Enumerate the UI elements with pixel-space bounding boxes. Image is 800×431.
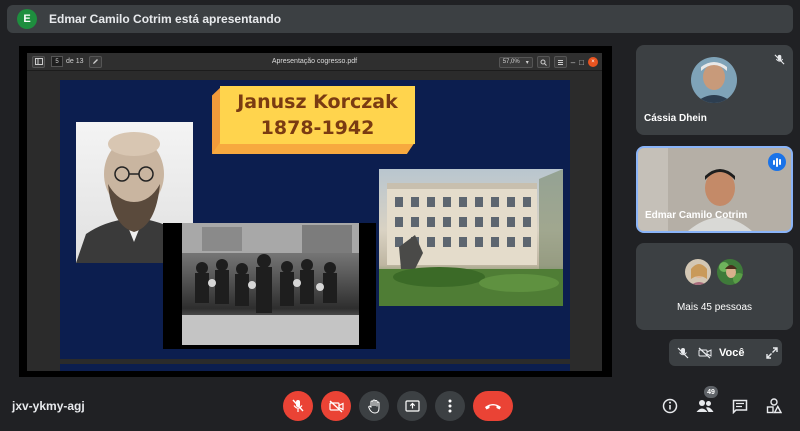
more-options-icon [448, 399, 452, 413]
chat-icon [732, 399, 748, 414]
camera-off-icon [697, 345, 713, 361]
next-slide-edge [60, 364, 570, 371]
more-options-button[interactable] [435, 391, 465, 421]
close-icon: × [591, 59, 595, 65]
slide-title: Janusz Korczak [237, 91, 398, 113]
avatar-image [691, 57, 737, 103]
page-indicator: 5 de 13 [51, 56, 84, 67]
maximize-button[interactable]: □ [579, 58, 584, 67]
mic-off-icon [771, 51, 787, 67]
mic-toggle-button[interactable] [283, 391, 313, 421]
search-button[interactable] [536, 56, 550, 68]
minimize-button[interactable]: – [571, 58, 575, 67]
page-number-input[interactable]: 5 [51, 56, 63, 67]
chevron-down-icon: ▾ [525, 59, 529, 66]
expand-icon[interactable] [764, 345, 780, 361]
avatar [684, 258, 712, 286]
mic-off-icon [292, 399, 304, 412]
children-group-photo [163, 223, 376, 349]
building-illustration [379, 169, 563, 306]
participant-name: Edmar Camilo Cotrim [645, 210, 748, 221]
activities-icon [766, 398, 782, 414]
sidebar-icon [34, 58, 43, 65]
presenter-avatar: E [17, 9, 37, 29]
self-view-label: Você [719, 346, 745, 359]
avatar [691, 57, 737, 103]
menu-button[interactable] [553, 56, 567, 68]
slide-title-box: Janusz Korczak 1878-1942 [212, 86, 417, 154]
children-group-image [182, 223, 359, 345]
title-box-face: Janusz Korczak 1878-1942 [220, 86, 415, 144]
slide-dates: 1878-1942 [260, 117, 375, 139]
mic-off-icon [675, 345, 691, 361]
participant-tile-cassia[interactable]: Cássia Dhein [636, 45, 793, 135]
present-screen-icon [404, 399, 420, 412]
raise-hand-button[interactable] [359, 391, 389, 421]
pdf-toolbar-right: 57,0% ▾ – □ × [498, 56, 598, 68]
close-window-button[interactable]: × [588, 57, 598, 67]
meeting-info-button[interactable] [660, 396, 680, 416]
sidebar-toggle-button[interactable] [32, 55, 45, 68]
pencil-icon [92, 59, 98, 64]
camera-off-icon [328, 399, 344, 413]
speaking-indicator-icon [768, 153, 786, 171]
pdf-viewer-window: 5 de 13 Apresentação cogresso.pdf 57,0% … [27, 53, 602, 371]
avatar-image [717, 259, 743, 285]
meeting-code: jxv-ykmy-agj [12, 399, 85, 413]
hang-up-button[interactable] [473, 391, 513, 421]
presenting-banner: E Edmar Camilo Cotrim está apresentando [7, 5, 793, 33]
shared-screen: 5 de 13 Apresentação cogresso.pdf 57,0% … [19, 46, 612, 377]
chat-button[interactable] [730, 396, 750, 416]
more-participants-tile[interactable]: Mais 45 pessoas [636, 243, 793, 330]
zoom-value: 57,0% [502, 59, 520, 65]
crowd-illustration [182, 223, 359, 345]
presenting-text: Edmar Camilo Cotrim está apresentando [49, 12, 282, 26]
annotate-button[interactable] [88, 55, 102, 68]
participant-tile-edmar[interactable]: Edmar Camilo Cotrim [636, 146, 793, 233]
page-total-label: de 13 [66, 58, 84, 65]
zoom-select[interactable]: 57,0% ▾ [498, 56, 533, 68]
raise-hand-icon [367, 398, 379, 414]
pdf-slide: Janusz Korczak 1878-1942 [60, 80, 570, 359]
info-icon [662, 398, 678, 414]
avatar [716, 258, 744, 286]
avatar-image [685, 259, 711, 285]
people-button[interactable] [695, 396, 715, 416]
hamburger-icon [557, 59, 563, 65]
orphanage-building-photo [379, 169, 563, 306]
more-participants-label: Mais 45 pessoas [676, 302, 753, 313]
participant-name: Cássia Dhein [644, 113, 707, 124]
camera-toggle-button[interactable] [321, 391, 351, 421]
hang-up-icon [485, 403, 501, 409]
people-icon [696, 400, 714, 412]
self-view-bar[interactable]: Você [669, 339, 782, 366]
search-icon [540, 59, 547, 66]
activities-button[interactable] [764, 396, 784, 416]
present-screen-button[interactable] [397, 391, 427, 421]
pdf-toolbar: 5 de 13 Apresentação cogresso.pdf 57,0% … [27, 53, 602, 71]
